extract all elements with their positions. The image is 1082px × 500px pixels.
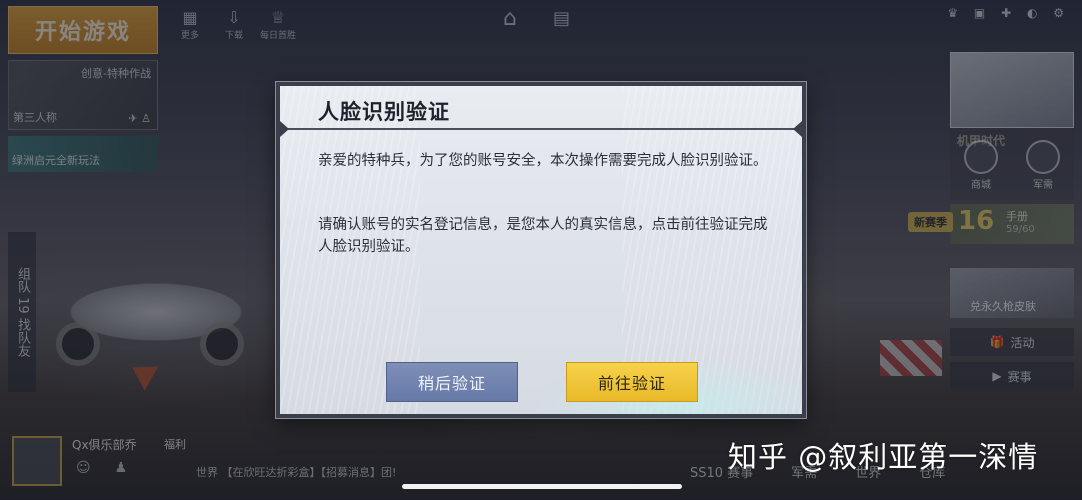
dialog-title: 人脸识别验证 [318,100,450,124]
face-verification-dialog: 人脸识别验证 亲爱的特种兵，为了您的账号安全，本次操作需要完成人脸识别验证。 请… [276,82,806,418]
dialog-body: 人脸识别验证 亲爱的特种兵，为了您的账号安全，本次操作需要完成人脸识别验证。 请… [280,86,802,414]
divider-notch [793,121,802,137]
home-indicator[interactable] [402,484,682,489]
title-divider [280,128,802,130]
go-verify-button[interactable]: 前往验证 [566,362,698,402]
dialog-message-2: 请确认账号的实名登记信息，是您本人的真实信息，点击前往验证完成人脸识别验证。 [318,217,768,255]
verify-later-button[interactable]: 稍后验证 [386,362,518,402]
divider-notch [280,121,289,137]
dialog-message-1: 亲爱的特种兵，为了您的账号安全，本次操作需要完成人脸识别验证。 [318,153,768,169]
watermark: 知乎 @叙利亚第一深情 [728,440,1039,474]
